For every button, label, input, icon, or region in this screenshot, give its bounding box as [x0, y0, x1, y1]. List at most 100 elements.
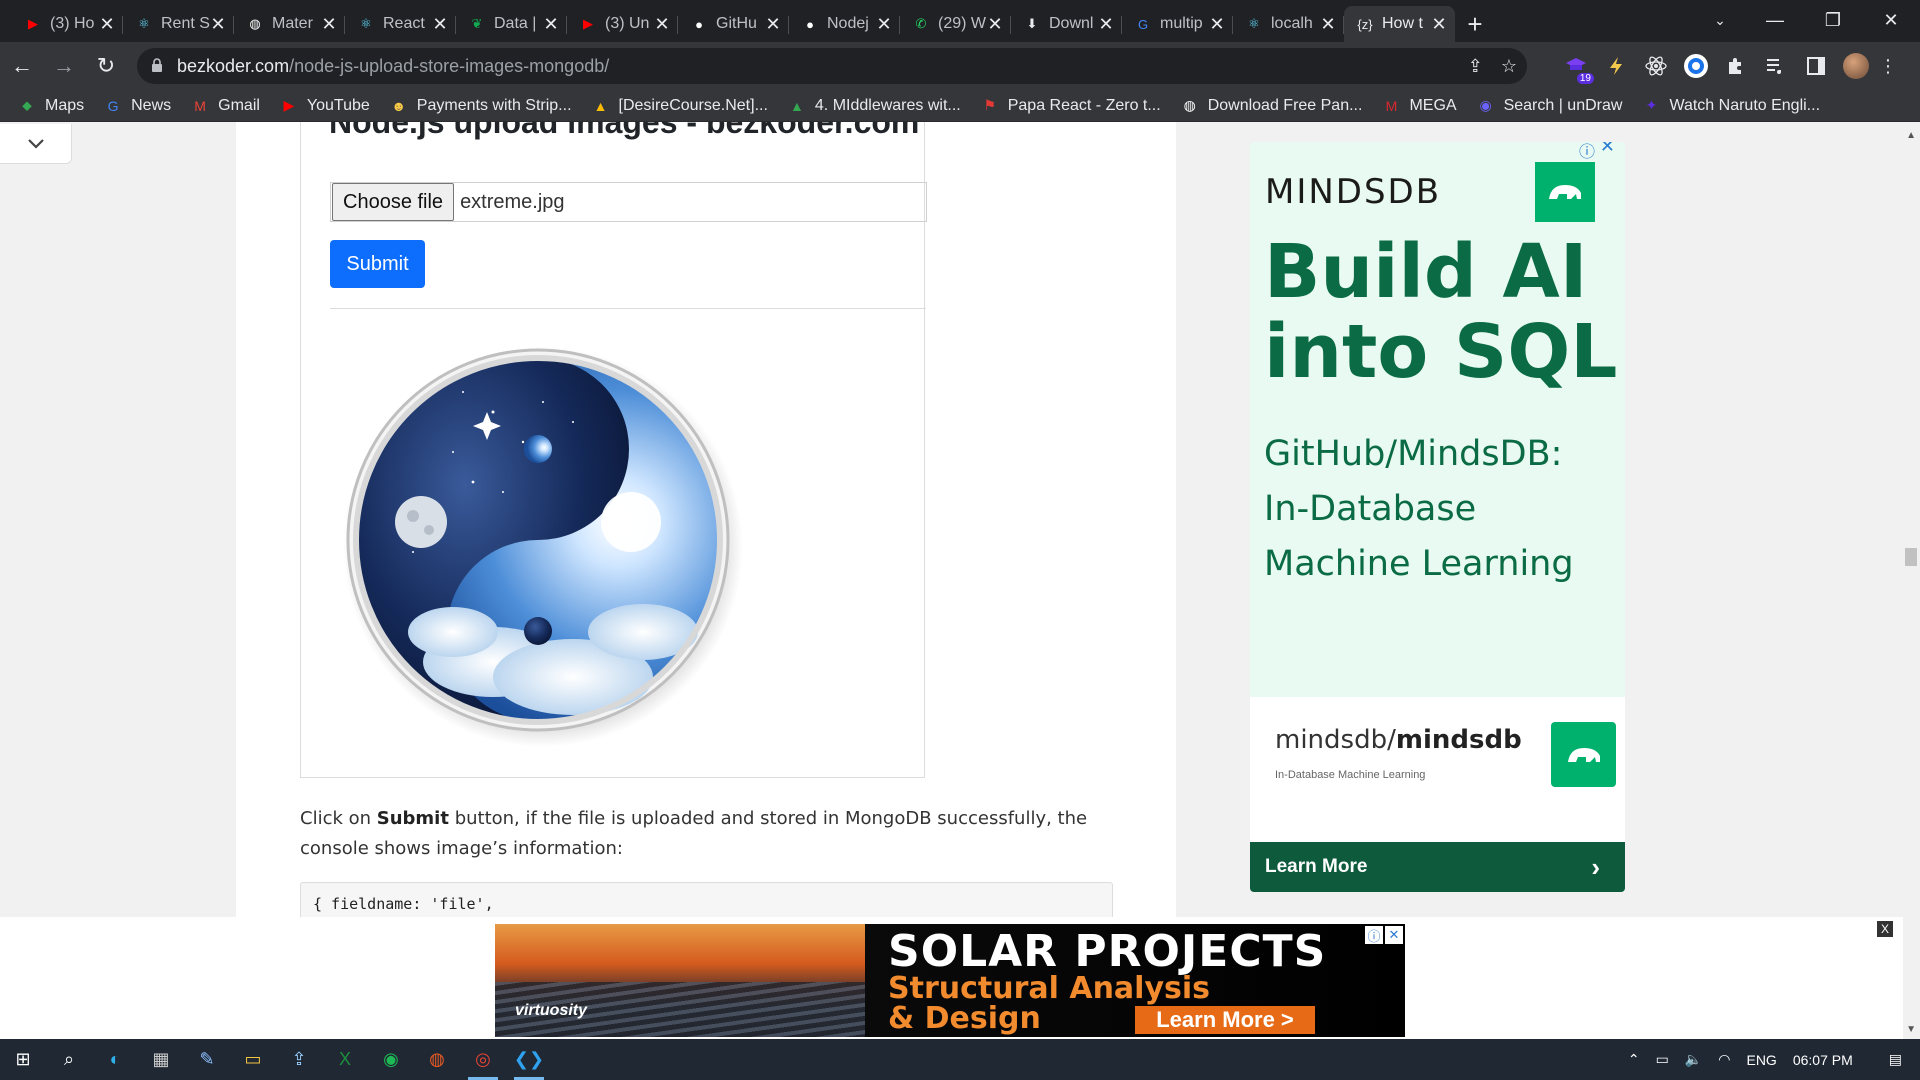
- ad-info-icon[interactable]: ⓘ: [1365, 926, 1383, 944]
- tab-close-icon[interactable]: ✕: [765, 14, 781, 35]
- file-input[interactable]: Choose file extreme.jpg: [330, 182, 927, 222]
- github-icon: ●: [695, 16, 703, 32]
- puzzle-icon[interactable]: [1716, 50, 1756, 82]
- ad-close-icon[interactable]: ✕: [1385, 926, 1403, 944]
- new-tab-button[interactable]: +: [1455, 6, 1495, 42]
- close-window-button[interactable]: ✕: [1862, 0, 1920, 40]
- tab-close-icon[interactable]: ✕: [1320, 14, 1336, 35]
- share-icon[interactable]: ⇪: [1468, 56, 1483, 77]
- bookmark-item[interactable]: ◉ Search | unDraw: [1477, 97, 1622, 115]
- ad-learn-more-button[interactable]: Learn More >: [1135, 1006, 1315, 1034]
- language-indicator[interactable]: ENG: [1746, 1052, 1776, 1068]
- tab-close-icon[interactable]: ✕: [1209, 14, 1225, 35]
- back-button[interactable]: ←: [2, 46, 42, 86]
- edge-icon[interactable]: ◐: [92, 1039, 138, 1080]
- tab-close-icon[interactable]: ✕: [321, 14, 337, 35]
- browser-tab[interactable]: Gmultip ✕: [1122, 6, 1233, 42]
- tab-close-icon[interactable]: ✕: [1098, 14, 1114, 35]
- bookmark-item[interactable]: ⬥ Maps: [18, 97, 84, 115]
- spotify-icon[interactable]: ◉: [368, 1039, 414, 1080]
- bottom-ad-close-button[interactable]: X: [1877, 921, 1893, 937]
- tab-close-icon[interactable]: ✕: [654, 14, 670, 35]
- vscode-icon[interactable]: ❮❯: [506, 1039, 552, 1080]
- bookmark-item[interactable]: ☻ Payments with Strip...: [390, 97, 571, 115]
- browser-tab[interactable]: ⚛ React ✕: [345, 6, 456, 42]
- browser-tab[interactable]: ⬇ Downl ✕: [1011, 6, 1122, 42]
- learn-more-button[interactable]: Learn More ›: [1250, 842, 1625, 892]
- circle-logo-icon[interactable]: [1676, 50, 1716, 82]
- minimize-button[interactable]: —: [1746, 0, 1804, 40]
- battery-icon[interactable]: ▭: [1656, 1051, 1669, 1068]
- restore-button[interactable]: ❐: [1804, 0, 1862, 40]
- browser-tab[interactable]: ▶ (3) Ho ✕: [12, 6, 123, 42]
- mindsdb-bear-icon: [1535, 162, 1595, 222]
- bookmark-item[interactable]: M MEGA: [1382, 97, 1457, 115]
- scrollbar-thumb[interactable]: [1905, 548, 1917, 566]
- browser-tab[interactable]: ▶ (3) Un ✕: [567, 6, 678, 42]
- submit-button[interactable]: Submit: [330, 240, 425, 288]
- chevron-up-icon[interactable]: ⌃: [1628, 1051, 1640, 1068]
- bookmark-item[interactable]: ◍ Download Free Pan...: [1181, 97, 1363, 115]
- bookmark-item[interactable]: ▶ YouTube: [280, 97, 370, 115]
- ad-info-icon[interactable]: ⓘ: [1579, 142, 1595, 162]
- window-controls: — ❐ ✕: [1746, 0, 1920, 40]
- bookmark-star-icon[interactable]: ☆: [1501, 56, 1517, 77]
- ad-subheadline: GitHub/MindsDB: In-Database Machine Lear…: [1264, 434, 1574, 584]
- wifi-icon[interactable]: ◠: [1718, 1051, 1730, 1068]
- scroll-down-icon[interactable]: ▼: [1906, 1024, 1916, 1035]
- calculator-icon[interactable]: ▦: [138, 1039, 184, 1080]
- browser-tab[interactable]: ● GitHu ✕: [678, 6, 789, 42]
- reload-button[interactable]: ↻: [86, 46, 126, 86]
- upload-icon[interactable]: ⇪: [276, 1039, 322, 1080]
- react-devtools-icon[interactable]: [1636, 50, 1676, 82]
- browser-tab[interactable]: ⚛ localh ✕: [1233, 6, 1344, 42]
- tab-close-icon[interactable]: ✕: [543, 14, 559, 35]
- tab-close-icon[interactable]: ✕: [1431, 14, 1447, 35]
- notifications-icon[interactable]: ▤: [1889, 1051, 1902, 1068]
- forward-button[interactable]: →: [44, 46, 84, 86]
- media-queue-icon[interactable]: [1756, 50, 1796, 82]
- bookmark-item[interactable]: ✦ Watch Naruto Engli...: [1642, 97, 1820, 115]
- notes-icon[interactable]: ✎: [184, 1039, 230, 1080]
- tab-close-icon[interactable]: ✕: [876, 14, 892, 35]
- mindsdb-ad[interactable]: ⓘ ✕ MINDSDB Build AI into SQL GitHub/Min…: [1250, 142, 1625, 892]
- browser-tab[interactable]: ❦ Data | ✕: [456, 6, 567, 42]
- choose-file-button[interactable]: Choose file: [332, 183, 455, 221]
- bookmark-item[interactable]: G News: [104, 97, 171, 115]
- collapse-toggle[interactable]: [0, 124, 72, 164]
- bookmark-item[interactable]: ▲ [DesireCourse.Net]...: [592, 97, 768, 115]
- address-bar[interactable]: bezkoder.com/node-js-upload-store-images…: [137, 48, 1527, 84]
- bookmark-item[interactable]: ▲ 4. MIddlewares wit...: [788, 97, 961, 115]
- tab-close-icon[interactable]: ✕: [987, 14, 1003, 35]
- tab-close-icon[interactable]: ✕: [210, 14, 226, 35]
- bolt-icon[interactable]: [1596, 50, 1636, 82]
- sidebar-icon[interactable]: [1796, 50, 1836, 82]
- browser-tab[interactable]: ● Nodej ✕: [789, 6, 900, 42]
- postman-icon[interactable]: ◍: [414, 1039, 460, 1080]
- graduation-cap-icon[interactable]: 19: [1556, 50, 1596, 84]
- scroll-up-icon[interactable]: ▲: [1906, 130, 1916, 141]
- excel-icon[interactable]: X: [322, 1039, 368, 1080]
- browser-tab[interactable]: ✆ (29) W ✕: [900, 6, 1011, 42]
- volume-icon[interactable]: 🔈: [1685, 1051, 1702, 1068]
- file-explorer-icon[interactable]: ▭: [230, 1039, 276, 1080]
- tab-search-button[interactable]: ⌄: [1705, 0, 1735, 40]
- clock[interactable]: 06:07 PM: [1793, 1052, 1853, 1068]
- browser-tab[interactable]: ⚛ Rent S ✕: [123, 6, 234, 42]
- tab-close-icon[interactable]: ✕: [432, 14, 448, 35]
- menu-icon[interactable]: ⋮: [1876, 50, 1900, 82]
- page-scrollbar[interactable]: [1903, 122, 1920, 1039]
- profile-avatar[interactable]: [1836, 50, 1876, 82]
- browser-tab[interactable]: ◍ Mater ✕: [234, 6, 345, 42]
- tab-close-icon[interactable]: ✕: [99, 14, 115, 35]
- ad-close-icon[interactable]: ✕: [1600, 142, 1615, 157]
- extension-badge: 19: [1576, 73, 1594, 84]
- bookmark-item[interactable]: M Gmail: [191, 97, 260, 115]
- chrome-icon[interactable]: ◎: [460, 1039, 506, 1080]
- solar-projects-ad[interactable]: virtuosity SOLAR PROJECTS Structural Ana…: [495, 924, 1405, 1037]
- windows-start-icon[interactable]: ⊞: [0, 1039, 46, 1080]
- search-icon[interactable]: ⌕: [46, 1039, 92, 1080]
- browser-tab[interactable]: {z} How t ✕: [1344, 6, 1455, 42]
- bookmark-item[interactable]: ⚑ Papa React - Zero t...: [981, 97, 1160, 115]
- tab-title: Nodej: [827, 15, 869, 32]
